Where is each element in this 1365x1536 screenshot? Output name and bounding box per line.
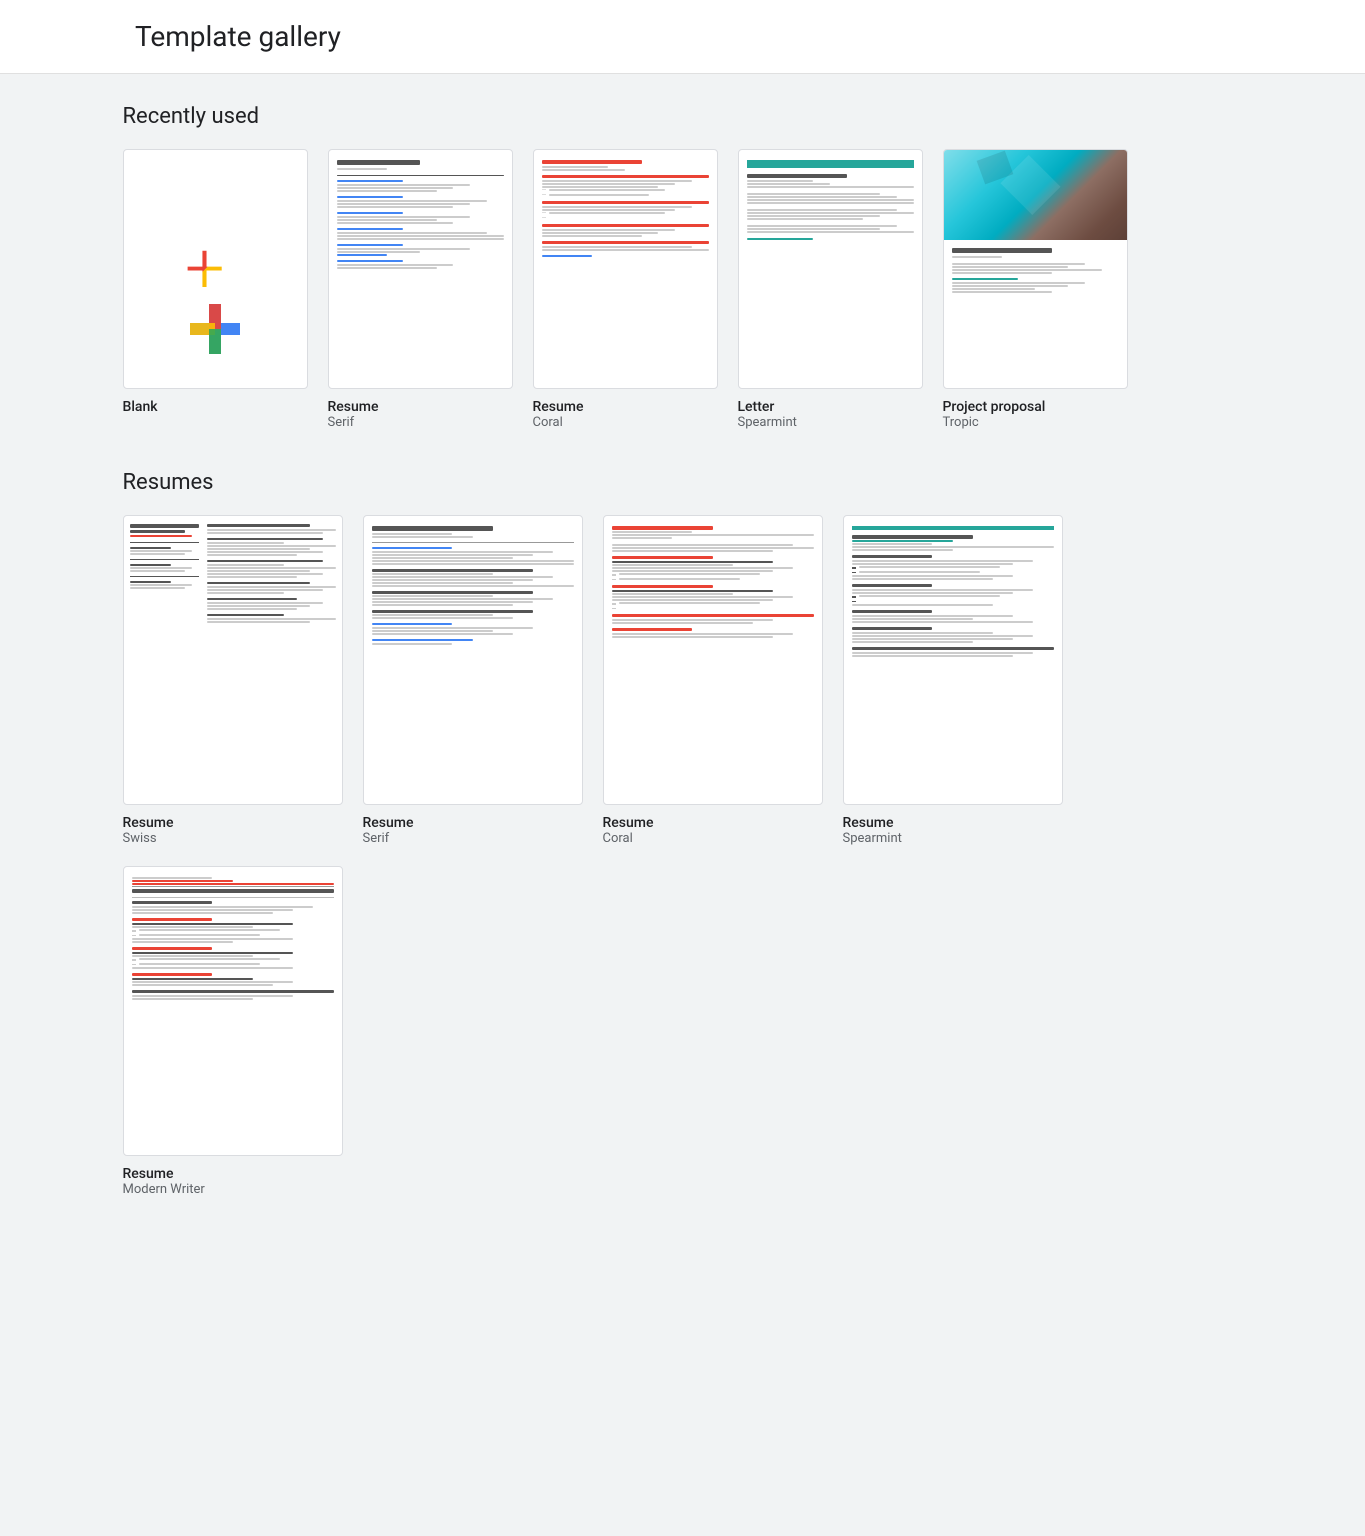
modern-doc-preview (124, 867, 342, 1155)
template-subname-serif-recent: Serif (328, 415, 513, 430)
template-subname-project-tropic: Tropic (943, 415, 1128, 430)
template-thumbnail-blank[interactable] (123, 149, 308, 389)
template-subname-serif: Serif (363, 831, 583, 846)
template-name-letter-spearmint: Letter (738, 399, 923, 415)
template-subname-swiss: Swiss (123, 831, 343, 846)
spearmint-green-bar (852, 526, 1054, 530)
tropic-doc-preview (944, 150, 1127, 388)
template-thumbnail-coral[interactable] (603, 515, 823, 805)
template-blank[interactable]: Blank (123, 149, 308, 430)
page-title: Template gallery (135, 20, 1325, 53)
template-subname-modern: Modern Writer (123, 1182, 343, 1197)
resumes-grid-row2: Resume Modern Writer (123, 866, 1243, 1197)
spearmint-top-bar (747, 160, 914, 168)
template-thumbnail-letter-spearmint[interactable] (738, 149, 923, 389)
page-header: Template gallery (0, 0, 1365, 74)
template-name-project-tropic: Project proposal (943, 399, 1128, 415)
spearmint-letter-preview (739, 150, 922, 388)
template-thumbnail-modern[interactable] (123, 866, 343, 1156)
template-name-blank: Blank (123, 399, 308, 415)
template-letter-spearmint[interactable]: Letter Spearmint (738, 149, 923, 430)
template-thumbnail-serif[interactable] (363, 515, 583, 805)
section-title-recently-used: Recently used (123, 104, 1243, 129)
coral-doc-preview (534, 150, 717, 388)
template-resume-coral-recent[interactable]: Resume Coral (533, 149, 718, 430)
template-resume-serif[interactable]: Resume Serif (363, 515, 583, 846)
template-name-modern: Resume (123, 1166, 343, 1182)
template-name-coral-recent: Resume (533, 399, 718, 415)
coral-doc-preview-2 (604, 516, 822, 804)
template-thumbnail-project-tropic[interactable] (943, 149, 1128, 389)
section-title-resumes: Resumes (123, 470, 1243, 495)
template-resume-spearmint[interactable]: Resume Spearmint (843, 515, 1063, 846)
template-project-tropic[interactable]: Project proposal Tropic (943, 149, 1128, 430)
template-name-spearmint: Resume (843, 815, 1063, 831)
swiss-left-col (130, 524, 199, 796)
template-subname-letter-spearmint: Spearmint (738, 415, 923, 430)
serif-doc-preview-2 (364, 516, 582, 804)
template-name-coral: Resume (603, 815, 823, 831)
template-thumbnail-coral-recent[interactable] (533, 149, 718, 389)
template-thumbnail-spearmint[interactable] (843, 515, 1063, 805)
template-thumbnail-swiss[interactable] (123, 515, 343, 805)
template-subname-spearmint: Spearmint (843, 831, 1063, 846)
swiss-right-col (207, 524, 336, 796)
main-content: Recently used Blank (83, 74, 1283, 1267)
resumes-grid: Resume Swiss (123, 515, 1243, 846)
template-resume-modern[interactable]: Resume Modern Writer (123, 866, 343, 1197)
template-resume-swiss[interactable]: Resume Swiss (123, 515, 343, 846)
plus-icon (185, 239, 245, 299)
template-thumbnail-serif-recent[interactable] (328, 149, 513, 389)
section-resumes: Resumes (123, 470, 1243, 1197)
serif-doc-preview (329, 150, 512, 388)
swiss-doc-preview (124, 516, 342, 804)
template-subname-coral: Coral (603, 831, 823, 846)
template-name-serif: Resume (363, 815, 583, 831)
template-resume-serif-recent[interactable]: Resume Serif (328, 149, 513, 430)
template-resume-coral[interactable]: Resume Coral (603, 515, 823, 846)
section-recently-used: Recently used Blank (123, 104, 1243, 430)
recently-used-grid: Blank (123, 149, 1243, 430)
spearmint-resume-preview (844, 516, 1062, 804)
template-name-swiss: Resume (123, 815, 343, 831)
template-subname-coral-recent: Coral (533, 415, 718, 430)
template-name-serif-recent: Resume (328, 399, 513, 415)
